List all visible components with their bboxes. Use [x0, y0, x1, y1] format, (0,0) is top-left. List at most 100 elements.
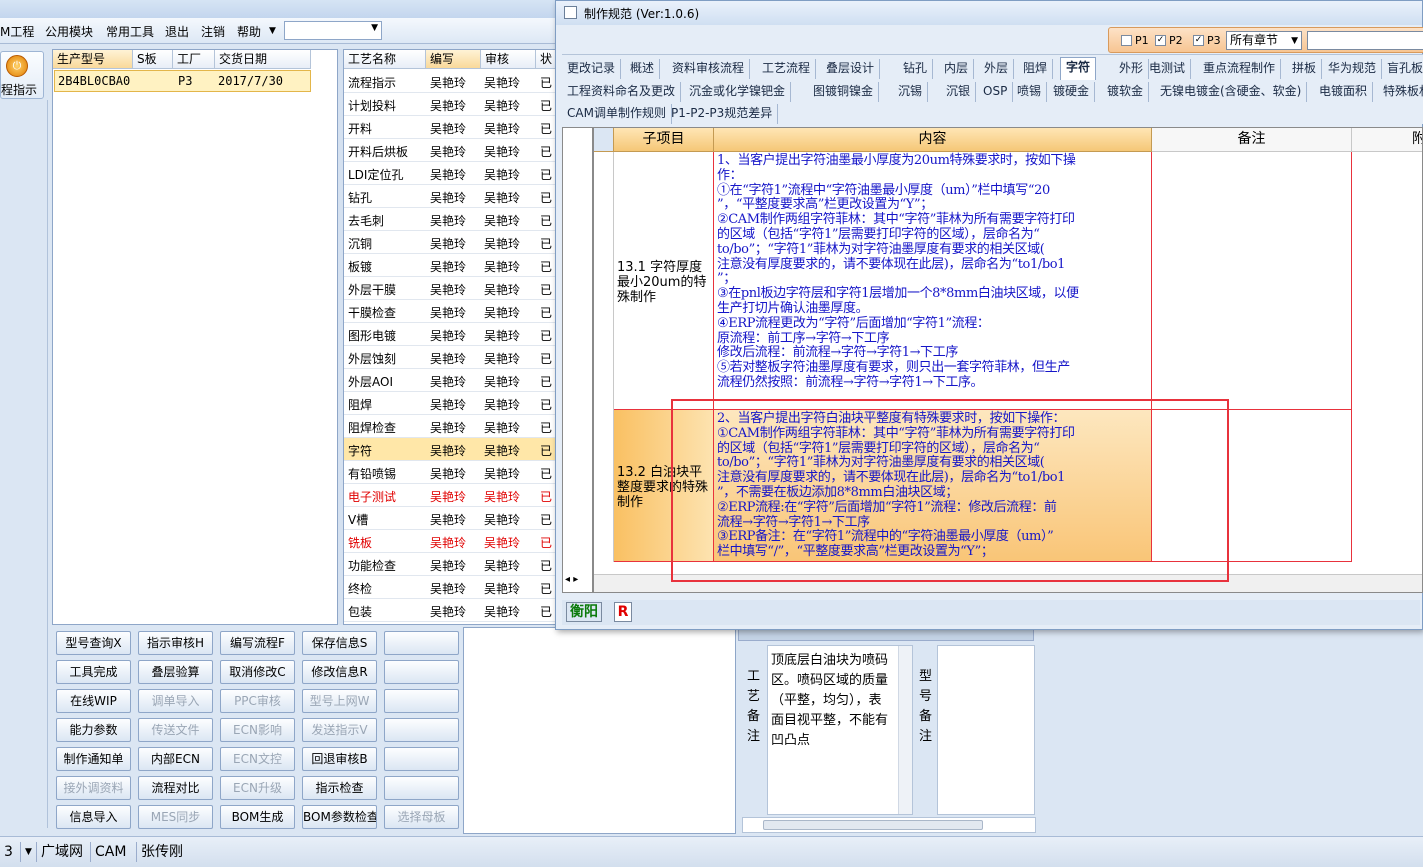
table-row[interactable]: 包装 吴艳玲 吴艳玲 已	[344, 599, 557, 622]
table-row[interactable]: 开料后烘板 吴艳玲 吴艳玲 已	[344, 139, 557, 162]
table-row[interactable]: 开料 吴艳玲 吴艳玲 已	[344, 116, 557, 139]
action-button[interactable]: ECN升级	[220, 776, 295, 800]
tab-5[interactable]: OSP	[978, 82, 1014, 102]
action-button[interactable]: 型号查询X	[56, 631, 131, 655]
action-button[interactable]: 选择母板	[384, 805, 459, 829]
header-attachment[interactable]: 附	[1352, 128, 1422, 152]
chapter-select[interactable]: 所有章节 ▼	[1226, 31, 1302, 50]
tab-13[interactable]: 拼板	[1287, 59, 1323, 79]
menu-common-tools[interactable]: 常用工具	[106, 23, 154, 40]
tab-0[interactable]: 工程资料命名及更改	[562, 82, 682, 102]
tab-6[interactable]: 喷锡	[1012, 82, 1048, 102]
tab-14[interactable]: 华为规范	[1323, 59, 1383, 79]
action-button[interactable]: 回退审核B	[302, 747, 377, 771]
tab-1[interactable]: P1-P2-P3规范差异	[666, 104, 779, 124]
table-row[interactable]: 字符 吴艳玲 吴艳玲 已	[344, 438, 557, 461]
action-button[interactable]: 传送文件	[138, 718, 213, 742]
tab-3[interactable]: 沉锡	[893, 82, 929, 102]
process-instruction-button[interactable]: ⏻ 程指示	[0, 51, 44, 99]
action-button[interactable]: 调单导入	[138, 689, 213, 713]
vertical-scroll-strip[interactable]: ◂ ▸	[562, 127, 593, 593]
table-row[interactable]: 流程指示 吴艳玲 吴艳玲 已	[344, 70, 557, 93]
action-button[interactable]	[384, 718, 459, 742]
action-button[interactable]: 能力参数	[56, 718, 131, 742]
action-button[interactable]: 编写流程F	[220, 631, 295, 655]
tab-4[interactable]: 叠层设计	[821, 59, 881, 79]
table-row[interactable]: 外层AOI 吴艳玲 吴艳玲 已	[344, 369, 557, 392]
model-note-memo[interactable]	[937, 645, 1035, 815]
status-dropdown-icon[interactable]: ▼	[20, 842, 36, 862]
header-delivery-date[interactable]: 交货日期	[215, 50, 311, 69]
action-button[interactable]: 指示检查	[302, 776, 377, 800]
action-button[interactable]: 在线WIP	[56, 689, 131, 713]
header-process-name[interactable]: 工艺名称	[344, 50, 426, 69]
action-button[interactable]	[384, 747, 459, 771]
table-row[interactable]: 2B4BL0CBA0 P3 2017/7/30	[54, 70, 311, 92]
tab-7[interactable]: 外层	[979, 59, 1015, 79]
tab-11[interactable]: 特殊板材	[1378, 82, 1423, 102]
tab-9[interactable]: 无镍电镀金(含硬金、软金)	[1155, 82, 1308, 102]
header-author[interactable]: 编写	[426, 50, 481, 69]
menu-logout[interactable]: 注销	[201, 23, 225, 40]
table-row[interactable]: 有铅喷锡 吴艳玲 吴艳玲 已	[344, 461, 557, 484]
action-button[interactable]: 取消修改C	[220, 660, 295, 684]
action-button[interactable]: 信息导入	[56, 805, 131, 829]
action-button[interactable]: ECN文控	[220, 747, 295, 771]
tab-10[interactable]: 电镀面积	[1314, 82, 1374, 102]
action-button[interactable]: 制作通知单	[56, 747, 131, 771]
header-s-board[interactable]: S板	[133, 50, 173, 69]
action-button[interactable]: BOM参数检查	[302, 805, 377, 829]
menu-cam-project[interactable]: M工程	[0, 23, 34, 40]
action-button[interactable]: 保存信息S	[302, 631, 377, 655]
tab-1[interactable]: 沉金或化学镍钯金	[684, 82, 792, 102]
tab-6[interactable]: 内层	[939, 59, 975, 79]
table-row[interactable]: 干膜检查 吴艳玲 吴艳玲 已	[344, 300, 557, 323]
table-row[interactable]: 计划投料 吴艳玲 吴艳玲 已	[344, 93, 557, 116]
table-row[interactable]: 阻焊检查 吴艳玲 吴艳玲 已	[344, 415, 557, 438]
action-button[interactable]: MES同步	[138, 805, 213, 829]
header-reviewer[interactable]: 审核	[481, 50, 536, 69]
help-dropdown-icon[interactable]: ▼	[269, 26, 276, 36]
action-button[interactable]	[384, 660, 459, 684]
tab-8[interactable]: 镀软金	[1102, 82, 1150, 102]
table-row[interactable]: 板镀 吴艳玲 吴艳玲 已	[344, 254, 557, 277]
tab-0[interactable]: CAM调单制作规则	[562, 104, 672, 124]
tab-3[interactable]: 工艺流程	[757, 59, 817, 79]
checkbox-p1[interactable]	[1121, 35, 1132, 46]
header-factory[interactable]: 工厂	[173, 50, 215, 69]
tab-11[interactable]: 电测试	[1144, 59, 1192, 79]
tab-8[interactable]: 阻焊	[1018, 59, 1054, 79]
action-button[interactable]	[384, 631, 459, 655]
tab-9[interactable]: 字符	[1060, 57, 1097, 80]
menu-exit[interactable]: 退出	[165, 23, 189, 40]
action-button[interactable]: 内部ECN	[138, 747, 213, 771]
header-content[interactable]: 内容	[714, 128, 1152, 152]
action-button[interactable]: 修改信息R	[302, 660, 377, 684]
action-button[interactable]: ECN影响	[220, 718, 295, 742]
remark-cell[interactable]	[1152, 152, 1352, 410]
action-button[interactable]: 流程对比	[138, 776, 213, 800]
search-input[interactable]	[1307, 31, 1423, 50]
table-row[interactable]: 阻焊 吴艳玲 吴艳玲 已	[344, 392, 557, 415]
action-button[interactable]: PPC审核	[220, 689, 295, 713]
action-button[interactable]: 型号上网W	[302, 689, 377, 713]
table-row[interactable]: 功能检查 吴艳玲 吴艳玲 已	[344, 553, 557, 576]
action-button[interactable]	[384, 689, 459, 713]
table-row[interactable]: 终检 吴艳玲 吴艳玲 已	[344, 576, 557, 599]
tab-0[interactable]: 更改记录	[562, 59, 622, 79]
action-button[interactable]	[384, 776, 459, 800]
table-row[interactable]: V槽 吴艳玲 吴艳玲 已	[344, 507, 557, 530]
horizontal-scrollbar[interactable]	[742, 817, 1036, 833]
table-row[interactable]: 铣板 吴艳玲 吴艳玲 已	[344, 530, 557, 553]
tab-2[interactable]: 资料审核流程	[667, 59, 751, 79]
table-row[interactable]: LDI定位孔 吴艳玲 吴艳玲 已	[344, 162, 557, 185]
tab-2[interactable]: 图镀铜镍金	[808, 82, 880, 102]
tab-1[interactable]: 概述	[625, 59, 661, 79]
toolbar-combobox[interactable]: ▼	[284, 21, 382, 40]
menu-help[interactable]: 帮助	[237, 23, 261, 40]
tab-15[interactable]: 盲孔板	[1382, 59, 1423, 79]
checkbox-p2[interactable]: ✓	[1155, 35, 1166, 46]
table-row[interactable]: 外层干膜 吴艳玲 吴艳玲 已	[344, 277, 557, 300]
header-sub-item[interactable]: 子项目	[614, 128, 714, 152]
tab-12[interactable]: 重点流程制作	[1198, 59, 1282, 79]
